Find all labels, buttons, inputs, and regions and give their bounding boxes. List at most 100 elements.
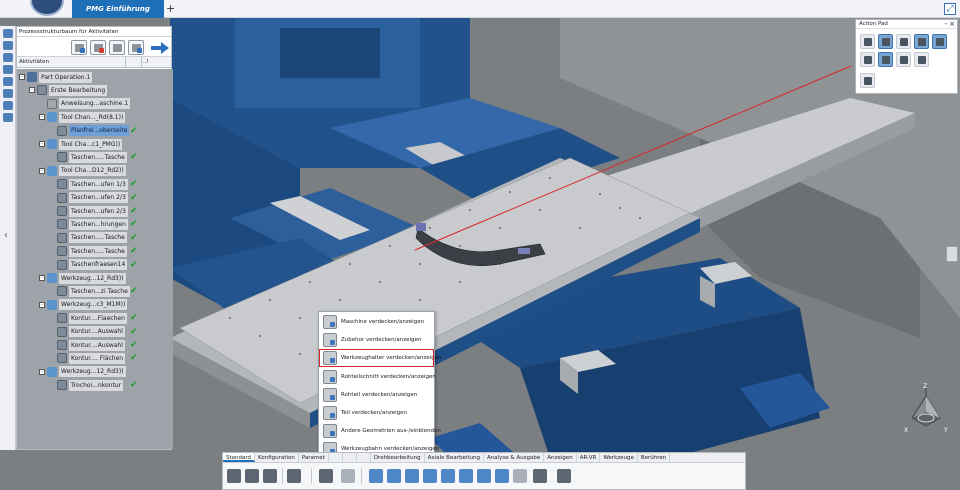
measure-icon[interactable] [557, 469, 571, 483]
output-icon[interactable] [2, 101, 13, 110]
tree-node-item[interactable]: Taschen.....Tasche [57, 151, 127, 163]
tree-node-item[interactable]: Taschen.....Tasche [57, 232, 127, 244]
tree-expander-icon[interactable]: - [39, 114, 45, 121]
tree-node[interactable]: - Part Operation.1 [17, 71, 173, 83]
tree-node-item[interactable]: Tool Cha...D12_Rd2)) [47, 165, 126, 177]
tree-node-item[interactable]: Kontur.... Flächen [57, 352, 126, 364]
tree-node[interactable]: Taschen.....Tasche ✔ [17, 232, 173, 244]
contouring-icon[interactable] [459, 469, 473, 483]
tree-node[interactable]: Taschen.....Tasche ✔ [17, 151, 173, 163]
tree-node[interactable]: - Tool Cha...c1_PMG)) [17, 138, 173, 150]
bottom-tab[interactable]: Werkzeuge [600, 453, 638, 462]
probe-icon[interactable] [533, 469, 547, 483]
app-logo-icon[interactable] [30, 0, 64, 16]
tree-node[interactable]: Planfrei...oberseite ✔ [17, 125, 173, 137]
tree-expander-icon[interactable]: - [29, 87, 35, 94]
forward-arrow-icon[interactable] [151, 42, 169, 54]
tree-node[interactable]: Trochoi...nkontur ✔ [17, 379, 173, 391]
new-tab-button[interactable]: + [166, 2, 175, 15]
bottom-tab[interactable]: Konfiguration [255, 453, 299, 462]
tree-node-item[interactable]: Anweisung...aschine.1 [47, 98, 131, 110]
tree-expander-icon[interactable]: - [19, 74, 25, 80]
tree-node-item[interactable]: Taschen...hrungen [57, 218, 128, 230]
bottom-tab[interactable] [329, 453, 343, 462]
operation-icon[interactable] [2, 77, 13, 86]
tool-change-icon[interactable] [369, 469, 383, 483]
tree-expander-icon[interactable]: - [39, 141, 45, 147]
tree-node-item[interactable]: Tool Chan..._Rd(8.1)) [47, 111, 126, 123]
tree-node[interactable]: Kontur....Flaechen ✔ [17, 312, 173, 324]
tree-node-item[interactable]: Kontur....Auswahl [57, 339, 125, 351]
tree-node-item[interactable]: Werkzeug...12_Rd3)) [47, 366, 126, 378]
collapse-panel-icon[interactable]: ‹ [4, 230, 8, 241]
tree-node-item[interactable]: Werkzeug...12_Rd3)) [47, 272, 126, 284]
tree-node-item[interactable]: Tool Cha...c1_PMG)) [47, 138, 123, 150]
undo-icon[interactable] [287, 469, 301, 483]
menu-item[interactable]: Rohteil verdecken/anzeigen [319, 386, 434, 404]
tree-node-item[interactable]: Planfrei...oberseite [57, 125, 130, 137]
tree-node[interactable]: - Tool Cha...D12_Rd2)) [17, 165, 173, 177]
tree-node-item[interactable]: Erste Bearbeitung [37, 84, 108, 96]
menu-item[interactable]: Maschine verdecken/anzeigen [319, 313, 434, 331]
tree-node[interactable]: Taschen...ufen 2/3 ✔ [17, 192, 173, 204]
machine-view-button[interactable] [860, 34, 875, 49]
tree-node[interactable]: Taschen...ufen 2/3 ✔ [17, 205, 173, 217]
tree-node-item[interactable]: Taschen...ufen 2/3 [57, 205, 128, 217]
tree-node[interactable]: - Werkzeug...12_Rd3)) [17, 366, 173, 378]
column-divider[interactable] [141, 57, 142, 68]
tree-node-item[interactable]: Part Operation.1 [27, 71, 93, 83]
column-extra[interactable]: ..! [143, 57, 149, 68]
drilling-icon[interactable] [423, 469, 437, 483]
view-compass-icon[interactable]: Z X Y [896, 382, 956, 442]
bottom-tab[interactable] [357, 453, 371, 462]
tree-node-item[interactable]: Werkzeug...c3_M1M)) [47, 299, 128, 311]
menu-item[interactable]: Teil verdecken/anzeigen [319, 404, 434, 422]
visibility-menu-icon[interactable] [319, 469, 333, 483]
part-view-button[interactable] [896, 34, 911, 49]
paste-icon[interactable] [263, 469, 277, 483]
simulation-icon[interactable] [495, 469, 509, 483]
tree-expander-icon[interactable]: - [39, 167, 45, 174]
tree-node[interactable]: - Werkzeug...12_Rd3)) [17, 272, 173, 284]
cut-icon[interactable] [227, 469, 241, 483]
machine-icon[interactable] [2, 41, 13, 50]
tree-node-item[interactable]: Taschenfraesen14 [57, 259, 128, 271]
tree-node[interactable]: Taschen...zi Tasche ✔ [17, 285, 173, 297]
tree-node[interactable]: Kontur....Auswahl ✔ [17, 326, 173, 338]
other-view-button[interactable] [914, 52, 929, 67]
tree-node-item[interactable]: Taschen...zi Tasche [57, 285, 130, 297]
menu-item[interactable]: Rohteilschnitt verdecken/anzeigen [319, 368, 436, 386]
tree-node-item[interactable]: Trochoi...nkontur [57, 379, 124, 391]
tree-expander-icon[interactable]: - [39, 275, 45, 281]
toolholder-view-button[interactable] [914, 34, 929, 49]
minimize-icon[interactable]: - [944, 20, 947, 29]
document-icon[interactable] [2, 113, 13, 122]
tree-expander-icon[interactable]: - [39, 368, 45, 375]
document-tab[interactable]: PMG Einführung A.1 [72, 0, 164, 31]
copy-icon[interactable] [245, 469, 259, 483]
resource-icon[interactable] [2, 65, 13, 74]
tree-node[interactable]: Kontur....Auswahl ✔ [17, 339, 173, 351]
tree-expander-icon[interactable]: - [39, 301, 45, 308]
close-icon[interactable]: × [949, 20, 955, 29]
tree-icon[interactable] [2, 29, 13, 38]
cube-view-icon[interactable] [513, 469, 527, 483]
tree-node-item[interactable]: Taschen.....Tasche [57, 245, 127, 257]
toolpath-view-button[interactable] [878, 52, 893, 67]
bottom-tab[interactable]: Drehbearbeitung [371, 453, 425, 462]
simulate-button[interactable] [128, 40, 144, 55]
tree-node[interactable]: Taschen...hrungen ✔ [17, 218, 173, 230]
report-button[interactable] [860, 73, 875, 88]
bottom-tab[interactable]: Paramet [299, 453, 329, 462]
machining-op-icon[interactable] [387, 469, 401, 483]
delete-operation-button[interactable] [90, 40, 106, 55]
tool-icon[interactable] [2, 53, 13, 62]
right-panel-grip-icon[interactable] [946, 246, 958, 262]
geometry-view-button[interactable] [932, 34, 947, 49]
tree-node-item[interactable]: Taschen...ufen 1/3 [57, 178, 128, 190]
tree-node-item[interactable]: Taschen...ufen 2/3 [57, 192, 128, 204]
stock-view-button[interactable] [878, 34, 893, 49]
tree-node-item[interactable]: Kontur....Flaechen [57, 312, 127, 324]
bottom-tab[interactable]: Berühren [638, 453, 671, 462]
tree-node[interactable]: - Tool Chan..._Rd(8.1)) [17, 111, 173, 123]
